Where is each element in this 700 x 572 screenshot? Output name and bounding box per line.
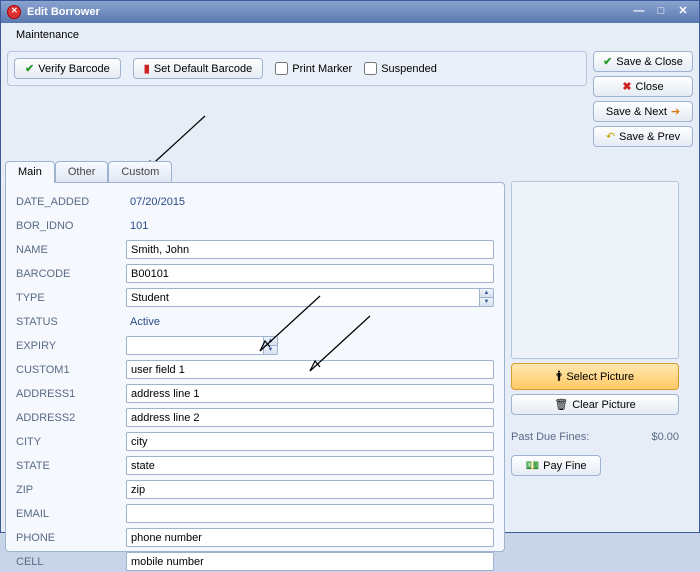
prev-icon: ↶ — [606, 130, 615, 143]
clear-picture-label: Clear Picture — [572, 399, 636, 411]
suspended-checkbox[interactable]: Suspended — [364, 62, 437, 75]
save-next-button[interactable]: Save & Next ➔ — [593, 101, 693, 122]
input-type[interactable] — [126, 288, 494, 307]
set-default-barcode-label: Set Default Barcode — [154, 63, 252, 75]
label-date-added: DATE_ADDED — [16, 196, 126, 208]
verify-barcode-label: Verify Barcode — [38, 63, 110, 75]
money-icon: 💵 — [525, 459, 539, 472]
label-address1: ADDRESS1 — [16, 388, 126, 400]
save-prev-label: Save & Prev — [619, 131, 680, 143]
next-icon: ➔ — [671, 105, 680, 118]
side-panel: 🛉 Select Picture 🗑 Clear Picture Past Du… — [511, 161, 695, 552]
label-city: CITY — [16, 436, 126, 448]
close-button[interactable]: ✖ Close — [593, 76, 693, 97]
label-email: EMAIL — [16, 508, 126, 520]
label-bor-idno: BOR_IDNO — [16, 220, 126, 232]
menubar: Maintenance — [5, 27, 695, 47]
tab-body-main: DATE_ADDED 07/20/2015 BOR_IDNO 101 NAME … — [5, 182, 505, 552]
tab-main[interactable]: Main — [5, 161, 55, 183]
menu-maintenance[interactable]: Maintenance — [5, 25, 90, 45]
input-name[interactable] — [126, 240, 494, 259]
minimize-button[interactable]: — — [629, 5, 649, 19]
past-due-fines-value: $0.00 — [651, 431, 679, 443]
check-icon: ✔ — [603, 55, 612, 68]
verify-barcode-button[interactable]: ✔ Verify Barcode — [14, 58, 121, 79]
input-zip[interactable] — [126, 480, 494, 499]
past-due-fines: Past Due Fines: $0.00 — [511, 431, 679, 443]
trash-icon: 🗑 — [554, 398, 568, 411]
label-phone: PHONE — [16, 532, 126, 544]
input-state[interactable] — [126, 456, 494, 475]
window-title: Edit Borrower — [27, 6, 100, 18]
save-close-button[interactable]: ✔ Save & Close — [593, 51, 693, 72]
right-button-column: ✔ Save & Close ✖ Close Save & Next ➔ ↶ S… — [593, 51, 693, 147]
barcode-icon: ▮ — [144, 62, 150, 75]
main-area: Main Other Custom DATE_ADDED 07/20/2015 … — [5, 161, 695, 552]
pay-fine-label: Pay Fine — [543, 460, 586, 472]
label-state: STATE — [16, 460, 126, 472]
save-close-label: Save & Close — [616, 56, 683, 68]
save-next-label: Save & Next — [606, 106, 667, 118]
tab-custom[interactable]: Custom — [108, 161, 172, 182]
label-type: TYPE — [16, 292, 126, 304]
pay-fine-button[interactable]: 💵 Pay Fine — [511, 455, 601, 476]
input-custom1[interactable] — [126, 360, 494, 379]
input-expiry[interactable] — [126, 336, 278, 355]
past-due-fines-label: Past Due Fines: — [511, 431, 589, 443]
value-bor-idno: 101 — [126, 220, 148, 232]
expiry-spinner[interactable]: ▲▼ — [263, 337, 277, 354]
set-default-barcode-button[interactable]: ▮ Set Default Barcode — [133, 58, 264, 79]
value-status: Active — [126, 316, 160, 328]
label-zip: ZIP — [16, 484, 126, 496]
close-icon: ✖ — [622, 80, 631, 93]
label-address2: ADDRESS2 — [16, 412, 126, 424]
window: Edit Borrower — □ ✕ Maintenance ✔ Verify… — [0, 0, 700, 533]
print-marker-input[interactable] — [275, 62, 288, 75]
print-marker-checkbox[interactable]: Print Marker — [275, 62, 352, 75]
app-icon — [7, 5, 21, 19]
label-cell: CELL — [16, 556, 126, 568]
select-picture-label: Select Picture — [566, 371, 634, 383]
tab-other[interactable]: Other — [55, 161, 109, 182]
label-status: STATUS — [16, 316, 126, 328]
window-controls: — □ ✕ — [629, 5, 693, 19]
content: Maintenance ✔ Verify Barcode ▮ Set Defau… — [1, 23, 699, 532]
maximize-button[interactable]: □ — [651, 5, 671, 19]
label-custom1: CUSTOM1 — [16, 364, 126, 376]
select-picture-button[interactable]: 🛉 Select Picture — [511, 363, 679, 390]
value-date-added: 07/20/2015 — [126, 196, 185, 208]
label-barcode: BARCODE — [16, 268, 126, 280]
save-prev-button[interactable]: ↶ Save & Prev — [593, 126, 693, 147]
label-expiry: EXPIRY — [16, 340, 126, 352]
input-barcode[interactable] — [126, 264, 494, 283]
input-email[interactable] — [126, 504, 494, 523]
suspended-input[interactable] — [364, 62, 377, 75]
type-spinner[interactable]: ▲▼ — [479, 289, 493, 306]
input-address2[interactable] — [126, 408, 494, 427]
input-address1[interactable] — [126, 384, 494, 403]
close-window-button[interactable]: ✕ — [673, 5, 693, 19]
input-cell[interactable] — [126, 552, 494, 571]
label-name: NAME — [16, 244, 126, 256]
print-marker-label: Print Marker — [292, 63, 352, 75]
close-label: Close — [636, 81, 664, 93]
clear-picture-button[interactable]: 🗑 Clear Picture — [511, 394, 679, 415]
suspended-label: Suspended — [381, 63, 437, 75]
input-phone[interactable] — [126, 528, 494, 547]
person-icon: 🛉 — [556, 367, 563, 386]
action-bar: ✔ Verify Barcode ▮ Set Default Barcode P… — [7, 51, 587, 86]
check-icon: ✔ — [25, 62, 34, 75]
form-panel: Main Other Custom DATE_ADDED 07/20/2015 … — [5, 161, 505, 552]
picture-box — [511, 181, 679, 359]
titlebar: Edit Borrower — □ ✕ — [1, 1, 699, 23]
tab-strip: Main Other Custom — [5, 161, 505, 182]
input-city[interactable] — [126, 432, 494, 451]
toolbar: ✔ Verify Barcode ▮ Set Default Barcode P… — [5, 47, 695, 155]
